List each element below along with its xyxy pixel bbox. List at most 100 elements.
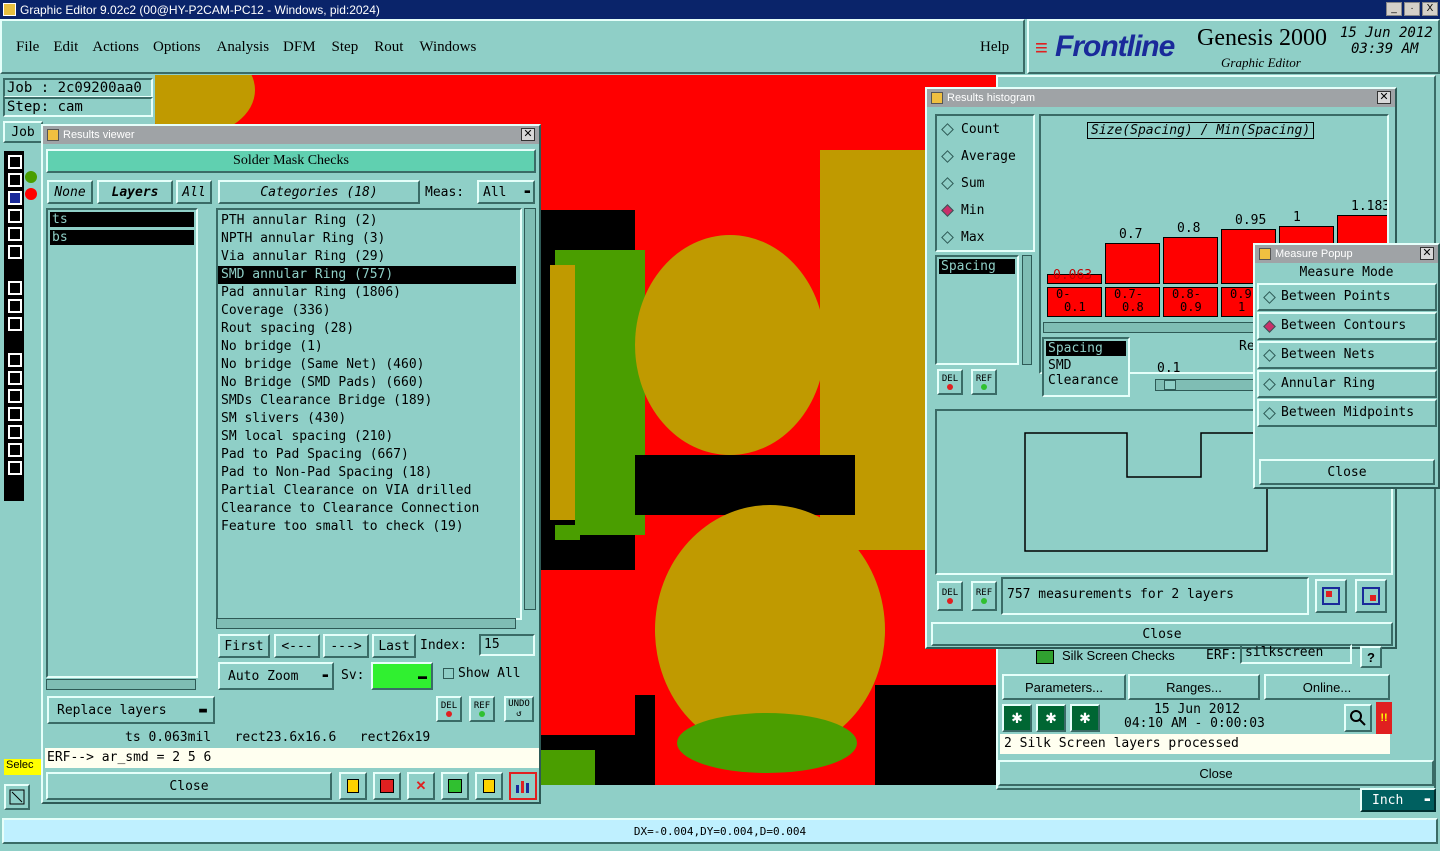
undo-button[interactable]: UNDO ↺ [504,696,534,722]
category-item[interactable]: NPTH annular Ring (3) [218,230,520,248]
next-button[interactable]: ---> [323,634,369,658]
category-item[interactable]: PTH annular Ring (2) [218,212,520,230]
spacing-item[interactable]: Spacing [939,259,1015,274]
histogram-bar[interactable] [1163,237,1218,284]
menu-windows[interactable]: Windows [419,39,476,56]
category-item[interactable]: Pad to Pad Spacing (667) [218,446,520,464]
run-icon-2[interactable]: ✱ [1036,704,1066,732]
histogram-ref-button[interactable]: REF [971,369,997,395]
help-question-button[interactable]: ? [1360,646,1382,668]
category-item[interactable]: SM local spacing (210) [218,428,520,446]
preview-del-button[interactable]: DEL [937,581,963,611]
menu-actions[interactable]: Actions [92,39,139,56]
measure-option-between-nets[interactable]: Between Nets [1257,341,1437,369]
ref-button[interactable]: REF [469,696,495,722]
category-item[interactable]: SMD annular Ring (757) [218,266,516,284]
layer-item-ts[interactable]: ts [50,212,194,227]
mode-option-min[interactable]: Min [941,201,1031,221]
all-layers-button[interactable]: All [176,180,212,204]
category-item[interactable]: Pad annular Ring (1806) [218,284,520,302]
histogram-bar[interactable] [1105,243,1160,284]
category-item[interactable]: Rout spacing (28) [218,320,520,338]
meas-clearance[interactable]: Clearance [1044,373,1128,388]
index-input[interactable]: 15 [479,634,535,656]
close-app-button[interactable]: X [1422,2,1438,16]
close-measure-popup-button[interactable]: ✕ [1420,247,1434,260]
delete-graph-icon[interactable]: ✕ [407,772,435,800]
categories-hscroll[interactable] [216,618,516,629]
minimize-button[interactable]: _ [1386,2,1402,16]
report-icon[interactable] [373,772,401,800]
menu-file[interactable]: File [16,39,39,56]
erf-field[interactable]: silkscreen [1240,644,1352,664]
menu-edit[interactable]: Edit [53,39,78,56]
category-item[interactable]: Feature too small to check (19) [218,518,520,536]
mode-option-max[interactable]: Max [941,228,1031,248]
run-icon-3[interactable]: ✱ [1070,704,1100,732]
meas-spacing[interactable]: Spacing [1046,341,1126,356]
measure-option-annular-ring[interactable]: Annular Ring [1257,370,1437,398]
mode-option-average[interactable]: Average [941,147,1031,167]
none-button[interactable]: None [47,180,93,204]
layer-list-hscroll[interactable] [46,679,196,690]
checklist-close-button[interactable]: Close [998,760,1434,786]
histogram-icon[interactable] [509,772,537,800]
measure-option-between-points[interactable]: Between Points [1257,283,1437,311]
ranges-button[interactable]: Ranges... [1128,674,1260,700]
del-button[interactable]: DEL [436,696,462,722]
category-item[interactable]: SM slivers (430) [218,410,520,428]
online-button[interactable]: Online... [1264,674,1390,700]
replace-layers-menu[interactable]: Replace layers ▬ [47,696,215,724]
histogram-list-vscroll[interactable] [1022,255,1032,365]
parameters-button[interactable]: Parameters... [1002,674,1126,700]
measure-option-between-midpoints[interactable]: Between Midpoints [1257,399,1437,427]
zoom-home-button[interactable] [4,784,30,810]
category-item[interactable]: No bridge (Same Net) (460) [218,356,520,374]
sv-color-select[interactable]: ▬ [371,662,433,690]
red-layer-dot[interactable] [25,188,37,200]
categories-vscroll[interactable] [524,208,536,610]
menu-help[interactable]: Help [980,39,1009,56]
menu-options[interactable]: Options [153,39,201,56]
close-results-viewer-button[interactable]: ✕ [521,128,535,141]
category-item[interactable]: Clearance to Clearance Connection [218,500,520,518]
prev-button[interactable]: <--- [274,634,320,658]
zoom-area-button[interactable] [1355,579,1387,613]
first-button[interactable]: First [218,634,270,658]
notes-icon[interactable] [475,772,503,800]
calc-icon[interactable] [441,772,469,800]
results-viewer-close-button[interactable]: Close [46,772,332,800]
categories-button[interactable]: Categories (18) [218,180,420,204]
job-button[interactable]: Job [3,121,43,143]
mode-option-count[interactable]: Count [941,120,1031,140]
zoom-fit-button[interactable] [1315,579,1347,613]
green-layer-dot[interactable] [25,171,37,183]
mode-option-sum[interactable]: Sum [941,174,1031,194]
category-item[interactable]: SMDs Clearance Bridge (189) [218,392,520,410]
maximize-button[interactable]: · [1404,2,1420,16]
run-icon-1[interactable]: ✱ [1002,704,1032,732]
close-histogram-button[interactable]: ✕ [1377,91,1391,104]
menu-dfm[interactable]: DFM [283,39,316,56]
category-item[interactable]: Partial Clearance on VIA drilled [218,482,520,500]
meas-smd[interactable]: SMD [1044,358,1128,373]
menu-rout[interactable]: Rout [374,39,403,56]
category-item[interactable]: No bridge (1) [218,338,520,356]
histogram-del-button[interactable]: DEL [937,369,963,395]
preview-ref-button[interactable]: REF [971,581,997,611]
menu-step[interactable]: Step [332,39,359,56]
show-all-checkbox[interactable] [443,668,454,679]
info-icon[interactable] [339,772,367,800]
layers-button[interactable]: Layers [97,180,173,204]
measure-option-between-contours[interactable]: Between Contours [1257,312,1437,340]
category-item[interactable]: Coverage (336) [218,302,520,320]
alert-button[interactable]: !! [1376,702,1392,734]
menu-analysis[interactable]: Analysis [217,39,270,56]
meas-select[interactable]: All ▬ [477,180,535,204]
category-item[interactable]: Pad to Non-Pad Spacing (18) [218,464,520,482]
measure-close-button[interactable]: Close [1259,459,1435,485]
category-item[interactable]: Via annular Ring (29) [218,248,520,266]
zoom-search-button[interactable] [1344,704,1372,732]
histogram-close-button[interactable]: Close [931,622,1393,646]
layer-item-bs[interactable]: bs [50,230,194,245]
